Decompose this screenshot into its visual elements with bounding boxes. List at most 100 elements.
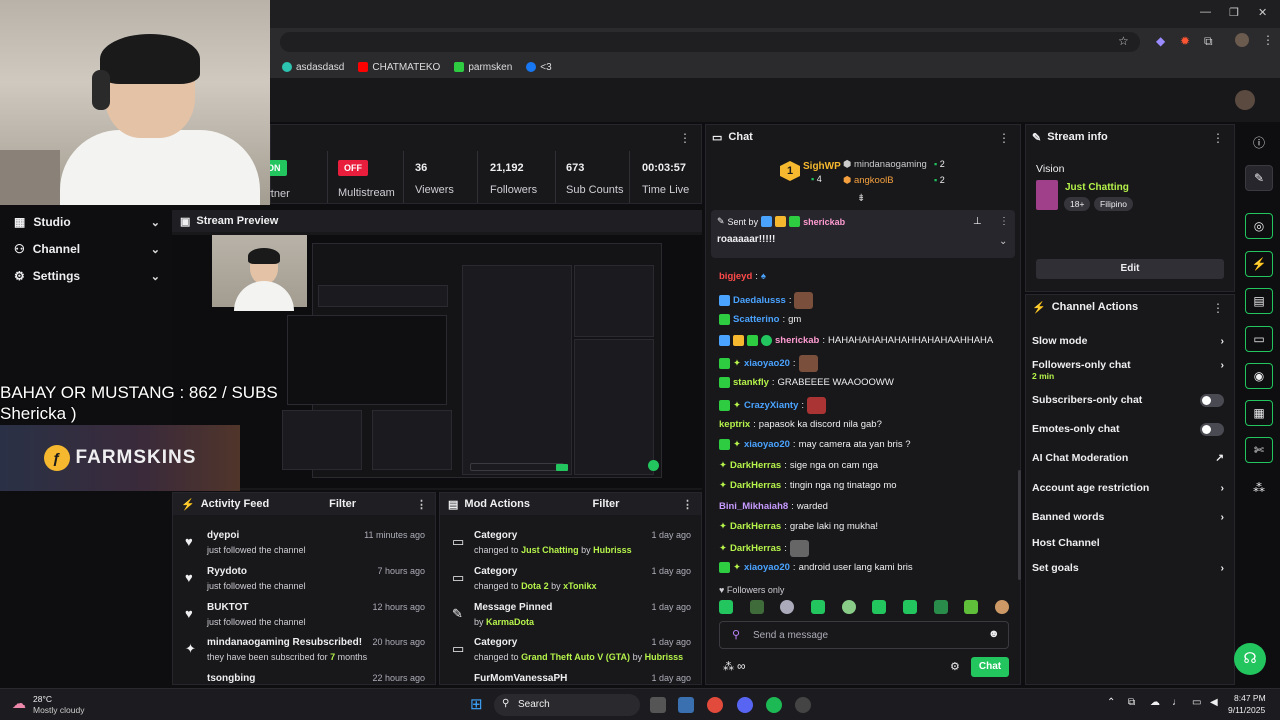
document-icon[interactable]: ▤ (1245, 288, 1273, 314)
layout-icon[interactable]: ▦ (1245, 400, 1273, 426)
chat-scrollbar[interactable] (1018, 470, 1021, 580)
windows-start-icon[interactable]: ⊞ (470, 695, 483, 713)
expand-icon[interactable]: ⇟ (857, 193, 865, 204)
chat-message: ✦ DarkHerras: (719, 540, 809, 557)
emote-icon[interactable] (933, 600, 948, 614)
minimize-icon[interactable]: — (1200, 6, 1211, 18)
chrome-icon[interactable] (707, 697, 723, 713)
chat-message: Scatterino: gm (719, 314, 801, 325)
bookmark-item[interactable]: asdasdasd (282, 62, 344, 73)
profile-avatar[interactable] (1235, 33, 1249, 47)
user-avatar[interactable] (1235, 90, 1255, 110)
gifter-name[interactable]: ⬢ mindanaogaming (843, 159, 927, 170)
nav-item-channel[interactable]: ⚇ Channel ⌄ (14, 242, 160, 256)
store-icon[interactable] (678, 697, 694, 713)
wrench-icon[interactable]: ✄ (1245, 437, 1273, 463)
lightning-icon[interactable]: ⚡ (1245, 251, 1273, 277)
action-host-channel[interactable]: Host Channel (1032, 537, 1224, 549)
taskbar-search[interactable]: ⚲ Search (494, 694, 640, 716)
nav-item-settings[interactable]: ⚙ Settings ⌄ (14, 269, 160, 283)
kebab-icon[interactable]: ⋮ (1212, 131, 1224, 145)
network-icon[interactable]: ▭ (1192, 697, 1201, 708)
kick-icon[interactable]: ⁂ (1253, 481, 1265, 495)
action-followers-only[interactable]: Followers-only chat 2 min › (1032, 359, 1224, 381)
close-icon[interactable]: ✕ (1258, 6, 1267, 19)
puzzle-icon[interactable]: ⧉ (1204, 34, 1213, 49)
emote-icon[interactable] (872, 600, 887, 614)
search-icon: ⚲ (502, 698, 510, 709)
discord-icon[interactable] (737, 697, 753, 713)
bookmark-item[interactable]: CHATMATEKO (358, 62, 440, 73)
edit-icon[interactable]: ✎ (1245, 165, 1273, 191)
spotify-icon[interactable] (766, 697, 782, 713)
filter-button[interactable]: Filter (329, 498, 356, 510)
microphone-icon[interactable]: ♩ (1172, 697, 1182, 708)
toggle-switch[interactable] (1200, 423, 1224, 436)
preview-webcam (212, 235, 307, 311)
nav-item-studio[interactable]: ▦ Studio ⌄ (14, 215, 160, 229)
send-chat-button[interactable]: Chat (971, 657, 1009, 677)
gifter-name[interactable]: ⬢ angkoolB (843, 175, 894, 186)
kebab-icon[interactable]: ⋮ (999, 216, 1009, 227)
action-account-age[interactable]: Account age restriction › (1032, 482, 1224, 494)
kick-icon[interactable]: ⁂ (723, 660, 734, 673)
chat-input[interactable]: ⚲ Send a message ☻ (719, 621, 1009, 649)
emote-icon[interactable] (841, 600, 856, 614)
list-item: ♥ Ryydoto just followed the channel 7 hours… (185, 566, 425, 591)
kebab-icon[interactable]: ⋮ (679, 131, 691, 145)
bookmark-item[interactable]: <3 (526, 62, 552, 73)
emote-icon (807, 397, 826, 414)
kebab-icon[interactable]: ⋮ (998, 131, 1010, 145)
kebab-icon[interactable]: ⋮ (682, 498, 693, 511)
emote-icon[interactable] (902, 600, 917, 614)
action-ai-moderation[interactable]: AI Chat Moderation ↗ (1032, 452, 1224, 464)
edit-button[interactable]: Edit (1036, 259, 1224, 279)
emote-icon[interactable] (810, 600, 825, 614)
extension-icon[interactable]: ✹ (1180, 34, 1190, 48)
chat-bubble-icon[interactable]: ▭ (1245, 326, 1273, 352)
info-icon[interactable]: ⓘ (1253, 134, 1265, 151)
action-banned-words[interactable]: Banned words › (1032, 511, 1224, 523)
sparkle-icon: ✦ (185, 641, 196, 656)
pin-icon[interactable]: ⊥ (973, 216, 982, 227)
weather-icon[interactable]: ☁ (12, 695, 26, 712)
tray-icon[interactable]: ⧉ (1128, 697, 1135, 708)
tray-icon[interactable]: ☁ (1150, 697, 1160, 708)
infinity-icon[interactable]: ∞ (737, 659, 746, 673)
task-view-icon[interactable] (650, 697, 666, 713)
external-link-icon: ↗ (1215, 452, 1224, 464)
category-name[interactable]: Just Chatting (1065, 182, 1129, 193)
kebab-icon[interactable]: ⋮ (416, 498, 427, 511)
extension-icon[interactable]: ◆ (1156, 34, 1165, 48)
volume-icon[interactable]: ◀ (1210, 697, 1218, 708)
filter-button[interactable]: Filter (593, 498, 620, 510)
action-slow-mode[interactable]: Slow mode › (1032, 335, 1224, 347)
bookmark-item[interactable]: parmsken (454, 62, 512, 73)
kebab-icon[interactable]: ⋮ (1212, 301, 1224, 315)
tray-chevron-icon[interactable]: ⌃ (1107, 697, 1115, 708)
address-bar[interactable] (280, 32, 1140, 52)
multistream-badge[interactable]: OFF (338, 160, 368, 176)
emote-icon[interactable] (719, 600, 733, 614)
emote-icon[interactable] (749, 600, 764, 614)
emoji-icon[interactable]: ☻ (988, 628, 1000, 640)
emote-icon[interactable] (780, 600, 795, 614)
action-set-goals[interactable]: Set goals › (1032, 562, 1224, 574)
microphone-icon[interactable]: ⚲ (732, 628, 740, 641)
chat-message-list: bigjeyd: ♠ Daedalusss: Scatterino: gm sh… (705, 265, 1021, 585)
toggle-switch[interactable] (1200, 394, 1224, 407)
menu-icon[interactable]: ⋮ (1262, 33, 1274, 47)
chat-message: ✦ xiaoyao20: android user lang kami bris (719, 562, 913, 573)
camera-icon[interactable]: ◎ (1245, 213, 1273, 239)
emote-icon[interactable] (964, 600, 979, 614)
stream-preview-video[interactable]: 18+ (172, 235, 702, 488)
leader-name[interactable]: SighWP (803, 161, 841, 172)
chevron-down-icon[interactable]: ⌄ (999, 236, 1007, 247)
emote-icon[interactable] (994, 600, 1009, 614)
star-icon[interactable]: ☆ (1118, 34, 1129, 48)
help-button[interactable]: ☊ (1234, 643, 1266, 675)
maximize-icon[interactable]: ❐ (1229, 6, 1239, 19)
obs-icon[interactable] (795, 697, 811, 713)
broadcast-icon[interactable]: ◉ (1245, 363, 1273, 389)
gear-icon[interactable]: ⚙ (950, 660, 960, 673)
